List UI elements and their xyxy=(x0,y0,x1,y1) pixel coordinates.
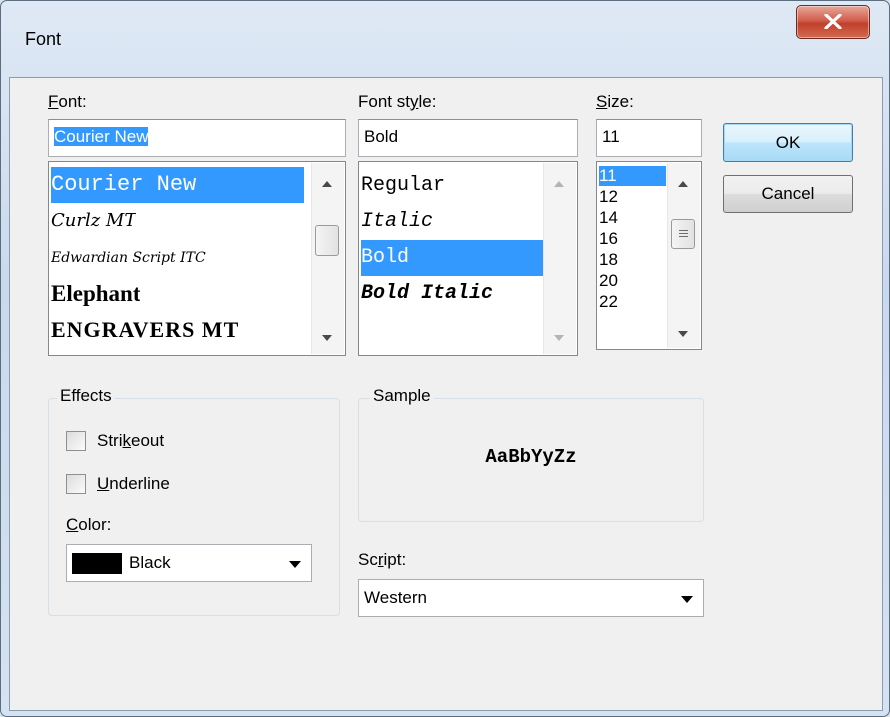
scroll-up-arrow-icon[interactable] xyxy=(554,181,564,187)
cancel-button[interactable]: Cancel xyxy=(723,175,853,213)
color-label: Color: xyxy=(66,515,112,534)
size-list[interactable]: 11 12 14 16 18 20 22 xyxy=(596,161,702,350)
font-style-label: Font style: xyxy=(358,92,437,111)
title-bar[interactable]: Font xyxy=(1,1,889,77)
strikeout-checkbox[interactable] xyxy=(66,431,86,451)
script-label: Script: xyxy=(358,550,407,569)
close-button[interactable] xyxy=(796,5,870,39)
dropdown-arrow-icon[interactable] xyxy=(681,596,693,603)
font-label: Font: xyxy=(48,92,87,111)
scroll-thumb[interactable] xyxy=(671,219,695,249)
underline-checkbox[interactable] xyxy=(66,474,86,494)
ok-button[interactable]: OK xyxy=(723,123,853,162)
list-item-bold[interactable]: Bold xyxy=(361,240,543,276)
script-select-value: Western xyxy=(364,588,427,607)
font-style-input[interactable]: Bold xyxy=(358,119,578,157)
font-style-list-scrollbar[interactable] xyxy=(543,163,576,354)
list-item-bold-italic[interactable]: Bold Italic xyxy=(361,276,493,312)
list-item-size-12[interactable]: 12 xyxy=(599,187,618,207)
color-swatch xyxy=(72,553,122,574)
font-style-list[interactable]: Regular Italic Bold Bold Italic xyxy=(358,161,578,356)
list-item-regular[interactable]: Regular xyxy=(361,168,445,204)
window-title: Font xyxy=(25,29,62,49)
list-item-size-20[interactable]: 20 xyxy=(599,271,618,291)
size-list-scrollbar[interactable] xyxy=(667,163,700,348)
script-select[interactable]: Western xyxy=(358,579,704,617)
list-item-courier-new[interactable]: Courier New xyxy=(51,167,304,203)
font-list[interactable]: Courier New Curlz MT Edwardian Script IT… xyxy=(48,161,346,356)
font-list-scrollbar[interactable] xyxy=(311,163,344,354)
font-name-input[interactable]: Courier New xyxy=(48,119,346,157)
list-item-size-22[interactable]: 22 xyxy=(599,292,618,312)
list-item-elephant[interactable]: Elephant xyxy=(51,276,140,312)
scroll-down-arrow-icon[interactable] xyxy=(554,335,564,341)
color-select[interactable]: Black xyxy=(66,544,312,582)
strikeout-label[interactable]: Strikeout xyxy=(97,431,164,451)
size-label: Size: xyxy=(596,92,634,111)
effects-group xyxy=(48,398,340,616)
list-item-size-14[interactable]: 14 xyxy=(599,208,618,228)
scroll-down-arrow-icon[interactable] xyxy=(322,335,332,341)
list-item-size-11[interactable]: 11 xyxy=(599,166,666,186)
underline-label[interactable]: Underline xyxy=(97,474,170,494)
list-item-engravers-mt[interactable]: ENGRAVERS MT xyxy=(51,312,306,348)
scroll-thumb[interactable] xyxy=(315,225,339,256)
close-icon xyxy=(824,14,842,29)
size-input[interactable]: 11 xyxy=(596,119,702,157)
list-item-italic[interactable]: Italic xyxy=(361,204,433,240)
scroll-down-arrow-icon[interactable] xyxy=(678,331,688,337)
color-select-value: Black xyxy=(129,553,171,572)
scroll-up-arrow-icon[interactable] xyxy=(322,181,332,187)
list-item-size-16[interactable]: 16 xyxy=(599,229,618,249)
dialog-client-area: Font: Courier New Courier New Curlz MT E… xyxy=(9,77,883,711)
sample-group-title: Sample xyxy=(370,386,434,406)
list-item-size-18[interactable]: 18 xyxy=(599,250,618,270)
effects-group-title: Effects xyxy=(57,386,115,406)
sample-preview-text: AaBbYyZz xyxy=(485,446,577,468)
dropdown-arrow-icon[interactable] xyxy=(289,561,301,568)
list-item-edwardian-script[interactable]: Edwardian Script ITC xyxy=(51,240,206,276)
list-item-curlz-mt[interactable]: Curlz MT xyxy=(51,203,136,239)
scroll-up-arrow-icon[interactable] xyxy=(678,181,688,187)
font-dialog-window: Font Font: Courier New Courier New Curlz… xyxy=(0,0,890,717)
